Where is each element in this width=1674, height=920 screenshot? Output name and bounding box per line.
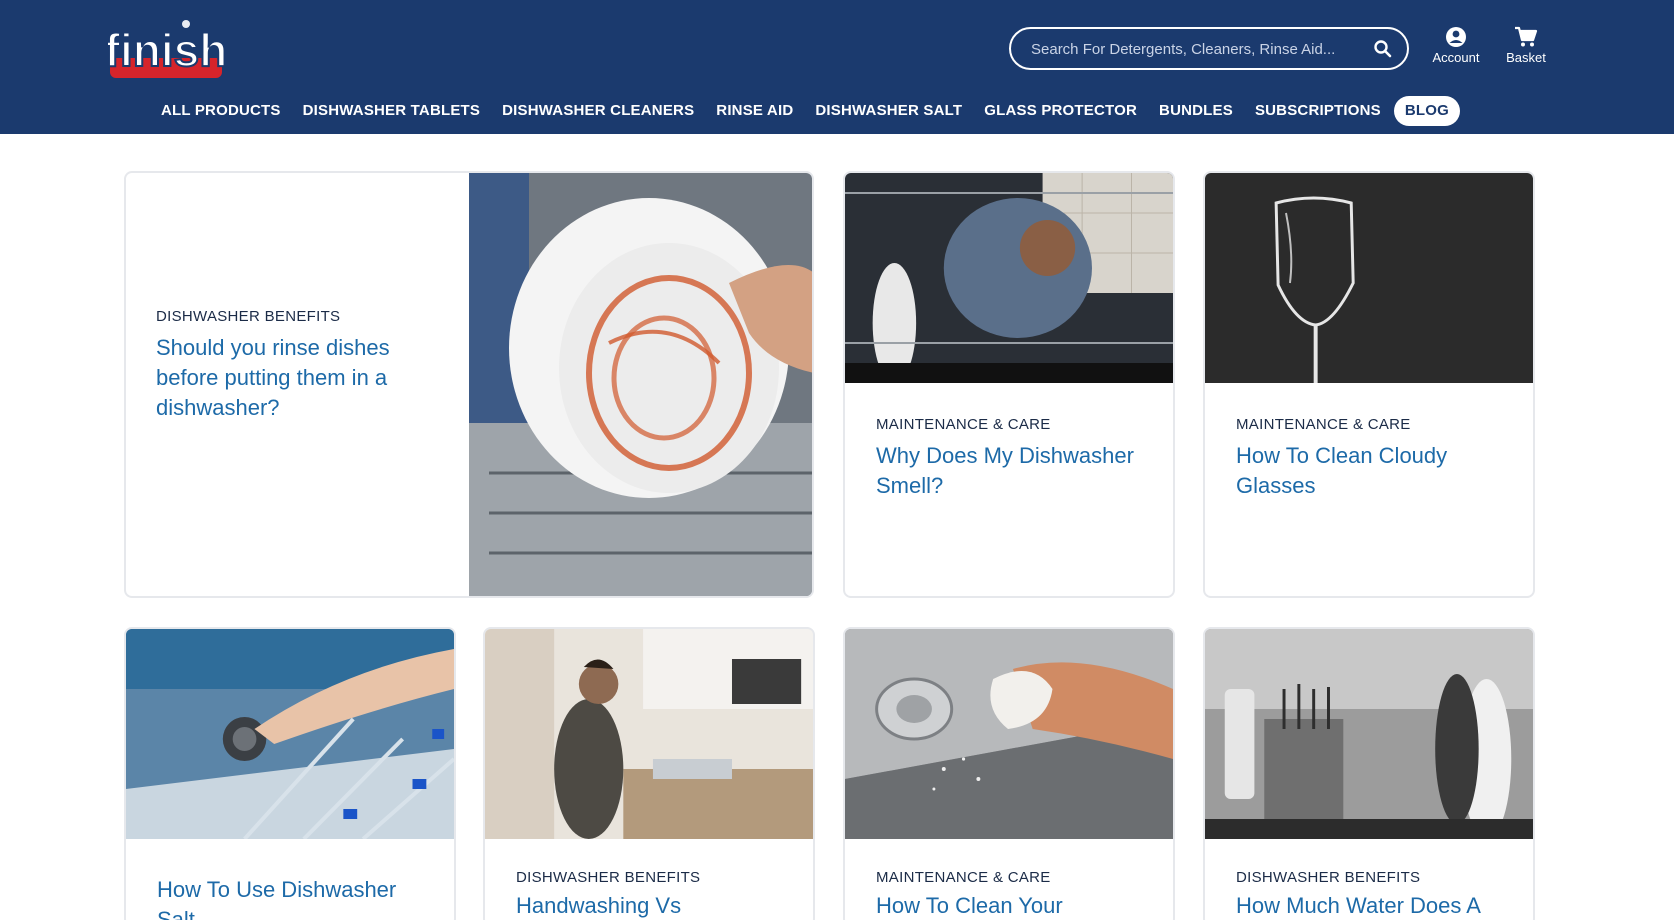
wine-glass-image xyxy=(1205,173,1533,383)
article-title[interactable]: How To Clean Cloudy Glasses xyxy=(1236,441,1506,501)
article-category: MAINTENANCE & CARE xyxy=(876,416,1051,433)
cart-icon xyxy=(1515,26,1538,47)
nav-rinse-aid[interactable]: RINSE AID xyxy=(705,96,804,126)
article-card-featured[interactable]: DISHWASHER BENEFITS Should you rinse dis… xyxy=(124,171,814,598)
nav-glass-protector[interactable]: GLASS PROTECTOR xyxy=(973,96,1148,126)
article-title[interactable]: Should you rinse dishes before putting t… xyxy=(156,333,426,423)
search-input[interactable] xyxy=(1031,38,1361,60)
finish-logo[interactable]: finish xyxy=(104,18,228,82)
nav-dishwasher-cleaners[interactable]: DISHWASHER CLEANERS xyxy=(491,96,705,126)
article-category: DISHWASHER BENEFITS xyxy=(1236,869,1421,886)
article-card[interactable]: MAINTENANCE & CARE Why Does My Dishwashe… xyxy=(843,171,1175,598)
article-category: MAINTENANCE & CARE xyxy=(1236,416,1411,433)
article-title[interactable]: Why Does My Dishwasher Smell? xyxy=(876,441,1146,501)
main-nav: ALL PRODUCTS DISHWASHER TABLETS DISHWASH… xyxy=(150,96,1461,126)
article-title[interactable]: How To Clean Your xyxy=(876,891,1156,920)
article-card[interactable]: DISHWASHER BENEFITS Handwashing Vs xyxy=(483,627,815,920)
cleaning-dishwasher-image xyxy=(845,629,1173,839)
search-icon[interactable] xyxy=(1373,39,1393,59)
site-header: finish Account Basket ALL PRODUCTS DISHW… xyxy=(0,0,1674,134)
user-icon xyxy=(1446,27,1466,47)
nav-blog[interactable]: BLOG xyxy=(1393,96,1461,126)
nav-all-products[interactable]: ALL PRODUCTS xyxy=(150,96,292,126)
dishwasher-salt-cap-image xyxy=(126,629,454,839)
nav-dishwasher-salt[interactable]: DISHWASHER SALT xyxy=(804,96,973,126)
dishwasher-spray-image xyxy=(1205,629,1533,839)
basket-link[interactable]: Basket xyxy=(1498,26,1554,70)
man-looking-into-dishwasher-image xyxy=(845,173,1173,383)
man-washing-dishes-image xyxy=(485,629,813,839)
account-link[interactable]: Account xyxy=(1425,26,1487,70)
nav-subscriptions[interactable]: SUBSCRIPTIONS xyxy=(1244,96,1392,126)
account-label: Account xyxy=(1432,50,1480,65)
nav-bundles[interactable]: BUNDLES xyxy=(1148,96,1244,126)
article-card[interactable]: MAINTENANCE & CARE How To Clean Your xyxy=(843,627,1175,920)
article-title[interactable]: Handwashing Vs xyxy=(516,891,796,920)
article-title[interactable]: How Much Water Does A xyxy=(1236,891,1516,920)
article-title[interactable]: How To Use Dishwasher Salt xyxy=(157,875,437,920)
article-category: DISHWASHER BENEFITS xyxy=(156,308,341,325)
article-category: MAINTENANCE & CARE xyxy=(876,869,1051,886)
nav-dishwasher-tablets[interactable]: DISHWASHER TABLETS xyxy=(292,96,492,126)
svg-text:finish: finish xyxy=(108,24,224,76)
article-card[interactable]: DISHWASHER BENEFITS How Much Water Does … xyxy=(1203,627,1535,920)
search-bar[interactable] xyxy=(1009,27,1409,70)
article-category: DISHWASHER BENEFITS xyxy=(516,869,701,886)
article-card[interactable]: MAINTENANCE & CARE How To Clean Cloudy G… xyxy=(1203,171,1535,598)
article-card[interactable]: How To Use Dishwasher Salt xyxy=(124,627,456,920)
basket-label: Basket xyxy=(1506,50,1546,65)
dirty-plate-image xyxy=(469,173,812,596)
